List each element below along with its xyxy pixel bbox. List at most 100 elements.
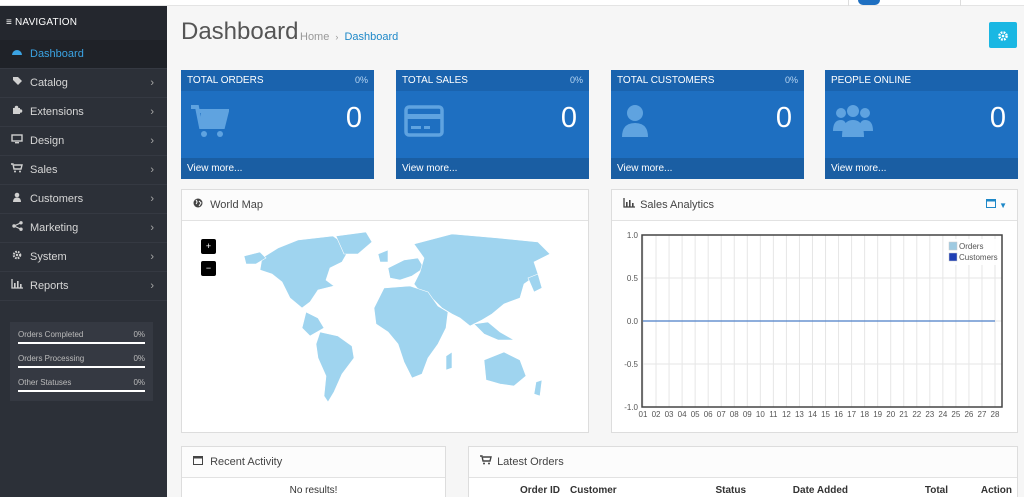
panel-title: Latest Orders — [497, 456, 564, 468]
column-header: Action — [980, 484, 1012, 496]
calendar-dropdown[interactable]: ▼ — [986, 190, 1007, 221]
world-map[interactable] — [238, 228, 558, 418]
panel-title: Recent Activity — [210, 456, 283, 468]
calendar-icon — [193, 447, 207, 478]
sidebar-item-dashboard[interactable]: Dashboard — [0, 40, 167, 69]
x-tick-label: 01 — [639, 410, 648, 419]
breadcrumb-dashboard[interactable]: Dashboard — [344, 31, 398, 43]
sidebar-item-label: System — [30, 251, 67, 263]
tile-value: 0 — [345, 102, 362, 134]
panel-header: Latest Orders — [469, 447, 1017, 478]
stat-label: Other Statuses — [18, 378, 72, 387]
monitor-icon — [10, 127, 24, 156]
settings-button[interactable] — [989, 22, 1017, 48]
cart-icon — [10, 156, 24, 185]
panel-title: World Map — [210, 199, 264, 211]
puzzle-icon — [10, 98, 24, 127]
sidebar-item-marketing[interactable]: Marketing › — [0, 214, 167, 243]
tile-label: TOTAL CUSTOMERS — [617, 75, 715, 86]
sidebar-item-label: Marketing — [30, 222, 79, 234]
progress-bar — [18, 342, 145, 344]
tile-total-customers: TOTAL CUSTOMERS 0% 0 View more... — [611, 70, 804, 179]
sidebar-item-customers[interactable]: Customers › — [0, 185, 167, 214]
chevron-right-icon: › — [150, 222, 154, 234]
sidebar-item-extensions[interactable]: Extensions › — [0, 98, 167, 127]
y-tick-label: 0.0 — [627, 317, 639, 326]
x-tick-label: 02 — [652, 410, 661, 419]
x-tick-label: 26 — [964, 410, 973, 419]
x-tick-label: 07 — [717, 410, 726, 419]
y-tick-label: 0.5 — [627, 274, 639, 283]
y-tick-label: 1.0 — [627, 231, 639, 240]
x-tick-label: 21 — [899, 410, 908, 419]
chevron-right-icon: › — [150, 251, 154, 263]
column-header[interactable]: Total — [853, 479, 953, 497]
users-icon — [833, 101, 873, 141]
legend-swatch — [948, 252, 958, 262]
zoom-in-button[interactable]: + — [201, 239, 216, 254]
panel-title: Sales Analytics — [640, 199, 715, 211]
view-more-link[interactable]: View more... — [611, 158, 804, 179]
sidebar-item-label: Catalog — [30, 77, 68, 89]
x-tick-label: 11 — [769, 410, 778, 419]
cart-icon — [480, 447, 494, 478]
cart-icon — [189, 101, 230, 141]
column-header[interactable]: Customer — [565, 479, 665, 497]
sidebar-item-system[interactable]: System › — [0, 243, 167, 272]
tile-people-online: PEOPLE ONLINE 0 View more... — [825, 70, 1018, 179]
progress-bar — [18, 366, 145, 368]
navigation-header: ≡ NAVIGATION — [0, 6, 167, 40]
sidebar-item-catalog[interactable]: Catalog › — [0, 69, 167, 98]
stat-orders-completed: Orders Completed 0% — [18, 327, 145, 351]
panel-header: World Map — [182, 190, 588, 221]
view-more-link[interactable]: View more... — [181, 158, 374, 179]
gear-icon — [10, 243, 24, 272]
x-tick-label: 23 — [925, 410, 934, 419]
sidebar-item-reports[interactable]: Reports › — [0, 272, 167, 301]
x-tick-label: 25 — [951, 410, 960, 419]
legend-label: Orders — [959, 242, 983, 251]
stat-value: 0% — [133, 354, 145, 363]
tile-value: 0 — [775, 102, 792, 134]
stat-label: Orders Processing — [18, 354, 85, 363]
panel-header: Recent Activity — [182, 447, 445, 478]
column-header[interactable]: Order ID — [469, 479, 565, 497]
legend-label: Customers — [959, 253, 998, 262]
chevron-right-icon: › — [150, 77, 154, 89]
globe-icon — [193, 190, 207, 221]
sidebar-item-label: Extensions — [30, 106, 84, 118]
x-tick-label: 06 — [704, 410, 713, 419]
x-tick-label: 12 — [782, 410, 791, 419]
panel-header: Sales Analytics ▼ — [612, 190, 1017, 221]
x-tick-label: 24 — [938, 410, 947, 419]
share-icon — [10, 214, 24, 243]
column-header[interactable]: Date Added — [751, 479, 853, 497]
sidebar-item-label: Design — [30, 135, 65, 147]
sidebar-item-label: Dashboard — [30, 48, 84, 60]
x-tick-label: 20 — [886, 410, 895, 419]
tag-icon — [10, 69, 24, 98]
x-tick-label: 08 — [730, 410, 739, 419]
x-tick-label: 28 — [991, 410, 1000, 419]
view-more-link[interactable]: View more... — [825, 158, 1018, 179]
y-tick-label: -1.0 — [624, 403, 638, 412]
chevron-right-icon: › — [150, 280, 154, 292]
header-divider — [848, 0, 849, 6]
breadcrumb-home[interactable]: Home — [300, 31, 329, 43]
x-tick-label: 05 — [691, 410, 700, 419]
bar-chart-icon — [10, 272, 24, 301]
credit-card-icon — [404, 101, 444, 141]
y-tick-label: -0.5 — [624, 360, 638, 369]
zoom-out-button[interactable]: − — [201, 261, 216, 276]
user-avatar[interactable] — [858, 0, 880, 5]
sidebar-item-design[interactable]: Design › — [0, 127, 167, 156]
dashboard-icon — [10, 40, 24, 69]
stat-label: Orders Completed — [18, 330, 84, 339]
orders-table: Order ID Customer Status Date Added Tota… — [469, 479, 1017, 497]
tile-percent: 0% — [354, 75, 368, 85]
sidebar-item-sales[interactable]: Sales › — [0, 156, 167, 185]
tile-total-orders: TOTAL ORDERS 0% 0 View more... — [181, 70, 374, 179]
view-more-link[interactable]: View more... — [396, 158, 589, 179]
column-header[interactable]: Status — [665, 479, 751, 497]
table-header-row: Order ID Customer Status Date Added Tota… — [469, 479, 1017, 497]
